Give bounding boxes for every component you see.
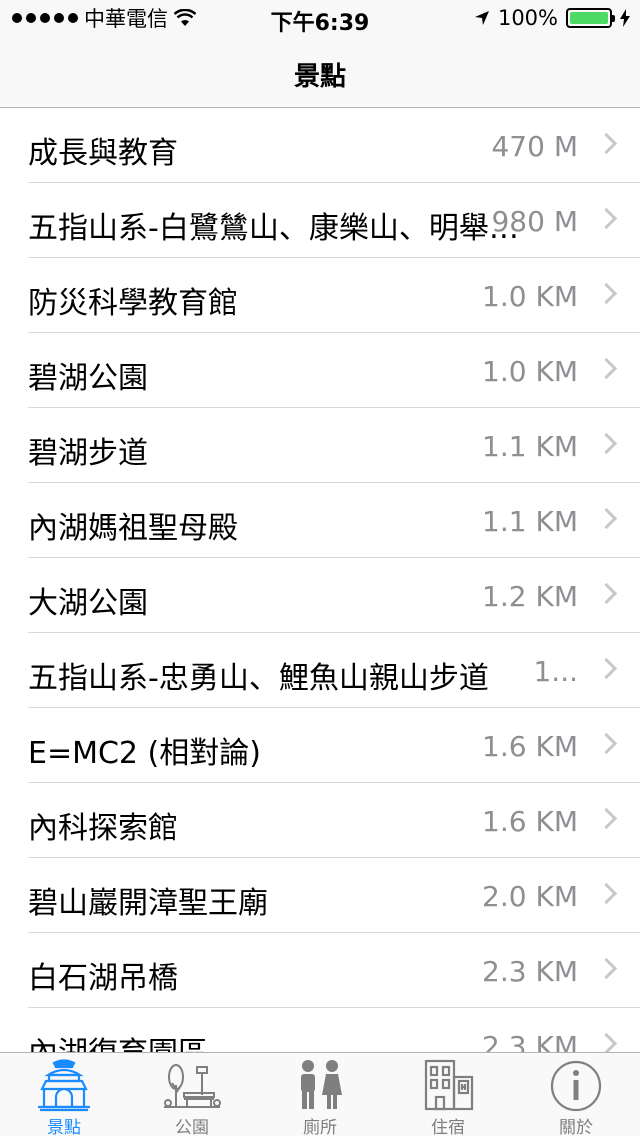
tab-label: 景點 xyxy=(47,1118,81,1138)
distance-label: 1.2 KM xyxy=(482,580,578,613)
tab-bar: 景點 公園 廁所 住宿 關於 xyxy=(0,1052,640,1138)
distance-label: 2.3 KM xyxy=(482,1030,578,1052)
attraction-list[interactable]: 成長與教育 470 M 五指山系-白鷺鷥山、康樂山、明舉… 980 M 防災科學教育館 1… xyxy=(0,108,640,1052)
list-item[interactable]: 內湖媽祖聖母殿 1.1 KM xyxy=(0,483,640,558)
chevron-right-icon xyxy=(595,432,618,455)
list-item[interactable]: 大湖公園 1.2 KM xyxy=(0,558,640,633)
hotel-icon xyxy=(424,1059,474,1111)
distance-label: 1.0 KM xyxy=(482,280,578,313)
chevron-right-icon xyxy=(595,132,618,155)
attraction-name: 碧山巖開漳聖王廟 xyxy=(28,886,268,921)
attraction-name: 內湖媽祖聖母殿 xyxy=(28,511,238,546)
tab-label: 關於 xyxy=(559,1118,593,1138)
list-item[interactable]: 防災科學教育館 1.0 KM xyxy=(0,258,640,333)
chevron-right-icon xyxy=(595,507,618,530)
attraction-name: 大湖公園 xyxy=(28,586,148,621)
list-item[interactable]: 碧湖公園 1.0 KM xyxy=(0,333,640,408)
status-right: 100% xyxy=(474,6,630,30)
tab-label: 住宿 xyxy=(431,1118,465,1138)
tab-parks[interactable]: 公園 xyxy=(128,1053,256,1138)
memorial-hall-icon xyxy=(38,1059,90,1112)
restroom-icon xyxy=(301,1060,342,1109)
tab-label: 公園 xyxy=(175,1118,209,1138)
chevron-right-icon xyxy=(595,582,618,605)
attraction-name: 碧湖公園 xyxy=(28,361,148,396)
tab-label: 廁所 xyxy=(303,1118,337,1138)
chevron-right-icon xyxy=(595,1032,618,1052)
list-item[interactable]: 五指山系-忠勇山、鯉魚山親山步道 1... xyxy=(0,633,640,708)
distance-label: 1.1 KM xyxy=(482,430,578,463)
chevron-right-icon xyxy=(595,882,618,905)
battery-percent: 100% xyxy=(497,6,558,30)
distance-label: 1.6 KM xyxy=(482,805,578,838)
chevron-right-icon xyxy=(595,807,618,830)
distance-label: 1.6 KM xyxy=(482,730,578,763)
attraction-name: 五指山系-白鷺鷥山、康樂山、明舉… xyxy=(28,211,519,246)
list-item[interactable]: 五指山系-白鷺鷥山、康樂山、明舉… 980 M xyxy=(0,183,640,258)
list-item[interactable]: 成長與教育 470 M xyxy=(0,108,640,183)
attraction-name: 碧湖步道 xyxy=(28,436,148,471)
attraction-name: E=MC2 (相對論) xyxy=(28,736,261,771)
list-item[interactable]: 白石湖吊橋 2.3 KM xyxy=(0,933,640,1008)
distance-label: 2.3 KM xyxy=(482,955,578,988)
chevron-right-icon xyxy=(595,207,618,230)
list-item[interactable]: 碧山巖開漳聖王廟 2.0 KM xyxy=(0,858,640,933)
page-title: 景點 xyxy=(293,62,346,92)
battery-icon xyxy=(566,8,615,28)
attraction-name: 內科探索館 xyxy=(28,811,178,846)
chevron-right-icon xyxy=(595,657,618,680)
chevron-right-icon xyxy=(595,282,618,305)
chevron-right-icon xyxy=(595,357,618,380)
location-arrow-icon xyxy=(474,11,489,25)
tab-about[interactable]: 關於 xyxy=(512,1053,640,1138)
list-item[interactable]: E=MC2 (相對論) 1.6 KM xyxy=(0,708,640,783)
navigation-bar: 景點 xyxy=(0,40,640,108)
attraction-name: 內湖復育園區 xyxy=(28,1028,208,1052)
charging-bolt-icon xyxy=(620,9,630,27)
distance-label: 1.1 KM xyxy=(482,505,578,538)
attraction-name: 白石湖吊橋 xyxy=(28,961,178,996)
tab-lodging[interactable]: 住宿 xyxy=(384,1053,512,1138)
distance-label: 2.0 KM xyxy=(482,880,578,913)
list-item[interactable]: 碧湖步道 1.1 KM xyxy=(0,408,640,483)
distance-label: 1... xyxy=(533,655,578,688)
attraction-name: 成長與教育 xyxy=(28,136,178,171)
list-item[interactable]: 內湖復育園區 2.3 KM xyxy=(0,1008,640,1052)
distance-label: 1.0 KM xyxy=(482,355,578,388)
list-item[interactable]: 內科探索館 1.6 KM xyxy=(0,783,640,858)
tab-restrooms[interactable]: 廁所 xyxy=(256,1053,384,1138)
park-icon xyxy=(164,1064,221,1108)
chevron-right-icon xyxy=(595,732,618,755)
info-icon xyxy=(550,1060,602,1112)
attraction-name: 五指山系-忠勇山、鯉魚山親山步道 xyxy=(28,661,489,696)
chevron-right-icon xyxy=(595,957,618,980)
attraction-name: 防災科學教育館 xyxy=(28,286,238,321)
status-bar: 中華電信 下午6:39 100% xyxy=(0,0,640,40)
distance-label: 980 M xyxy=(491,205,578,238)
tab-attractions[interactable]: 景點 xyxy=(0,1053,128,1138)
distance-label: 470 M xyxy=(491,130,578,163)
